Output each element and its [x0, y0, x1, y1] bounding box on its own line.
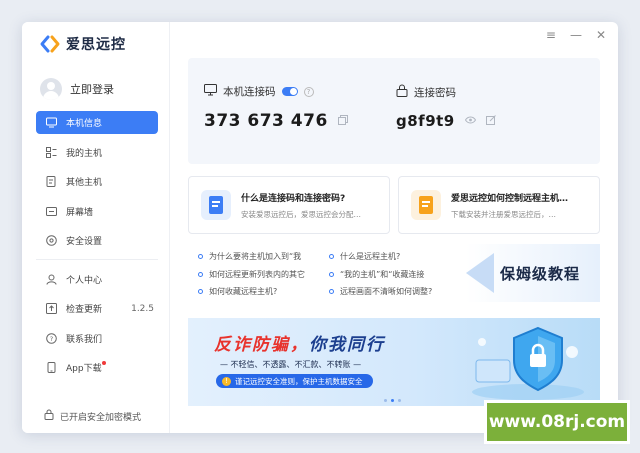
connection-code-toggle[interactable] — [281, 87, 298, 96]
info-card-control-host[interactable]: 爱思远控如何控制远程主机… 下载安装并注册爱思远控后，… — [398, 176, 600, 234]
screen-icon — [46, 206, 57, 217]
site-watermark: www.08rj.com — [484, 400, 630, 444]
app-window: 爱思远控 立即登录 本机信息 我的主机 其他主机 屏幕墙 安全设置 个人中心 检… — [22, 22, 618, 433]
sidebar-item-label: 检查更新 — [66, 305, 103, 315]
banner-title-red: 反诈防骗， — [214, 335, 309, 355]
secure-mode-status: 已开启安全加密模式 — [44, 409, 141, 423]
monitor-icon — [204, 84, 217, 99]
faq-link[interactable]: 如何远程更新列表内的其它 — [198, 269, 329, 280]
shield-icon — [46, 235, 57, 246]
faq-link[interactable]: “我的主机”和“收藏连接 — [329, 269, 460, 280]
sidebar: 爱思远控 立即登录 本机信息 我的主机 其他主机 屏幕墙 安全设置 个人中心 检… — [22, 22, 170, 433]
sidebar-divider — [36, 258, 158, 260]
sidebar-item-app-download[interactable]: App下载 — [36, 356, 158, 379]
info-card-connection-code[interactable]: 什么是连接码和连接密码? 安装爱思远控后，爱思远控会分配… — [188, 176, 390, 234]
faq-link[interactable]: 什么是远程主机? — [329, 251, 460, 262]
promo-banner[interactable]: 反诈防骗，你我同行 — 不轻信、不透露、不汇款、不转账 — ! 谨记远控安全准则… — [188, 318, 600, 406]
login-button[interactable]: 立即登录 — [40, 78, 114, 100]
banner-title: 反诈防骗，你我同行 — [214, 330, 385, 355]
info-card-title: 爱思远控如何控制远程主机… — [451, 193, 569, 204]
sidebar-item-label: 其他主机 — [66, 178, 103, 188]
sidebar-item-label: App下载 — [66, 364, 102, 374]
logo-icon — [40, 34, 60, 54]
faq-link[interactable]: 远程画面不清晰如何调整? — [329, 286, 460, 297]
sidebar-item-label: 个人中心 — [66, 275, 103, 286]
shield-illustration-icon — [472, 326, 584, 400]
carousel-dot[interactable] — [391, 399, 394, 402]
info-card-desc: 下载安装并注册爱思远控后，… — [451, 209, 556, 219]
update-icon — [46, 303, 57, 314]
lock-icon — [44, 409, 54, 423]
avatar — [40, 78, 62, 100]
warning-icon: ! — [222, 376, 231, 386]
login-label: 立即登录 — [70, 83, 114, 96]
connection-password-section: 连接密码 g8f9t9 — [396, 84, 496, 130]
connection-password-value: g8f9t9 — [396, 112, 455, 130]
app-logo: 爱思远控 — [40, 34, 126, 54]
app-name: 爱思远控 — [66, 37, 126, 53]
sidebar-item-other-hosts[interactable]: 其他主机 — [36, 170, 158, 193]
monitor-icon — [46, 117, 57, 128]
sidebar-item-label: 联系我们 — [66, 334, 103, 345]
document-icon — [411, 190, 441, 220]
connection-password-label: 连接密码 — [414, 86, 456, 99]
faq-links: 为什么要将主机加入到“我 什么是远程主机? 如何远程更新列表内的其它 “我的主机… — [198, 248, 460, 301]
connection-code-label: 本机连接码 — [223, 86, 276, 98]
eye-icon[interactable] — [464, 116, 476, 127]
question-icon: ? — [46, 332, 57, 344]
connection-code-value: 373 673 476 — [204, 111, 328, 131]
carousel-dot[interactable] — [384, 399, 387, 402]
grid-icon — [46, 146, 57, 158]
sidebar-item-screen-wall[interactable]: 屏幕墙 — [36, 200, 158, 223]
sidebar-nav: 本机信息 我的主机 其他主机 屏幕墙 安全设置 个人中心 检查更新 1.2.5 … — [36, 111, 158, 386]
info-card-desc: 安装爱思远控后，爱思远控会分配… — [241, 209, 361, 219]
sidebar-item-label: 屏幕墙 — [66, 207, 94, 218]
banner-title-blue: 你我同行 — [309, 335, 385, 355]
sidebar-item-check-update[interactable]: 检查更新 1.2.5 — [36, 297, 158, 320]
user-icon — [46, 274, 57, 285]
svg-text:?: ? — [50, 335, 53, 343]
secure-mode-label: 已开启安全加密模式 — [60, 412, 142, 423]
faq-link[interactable]: 如何收藏远程主机? — [198, 286, 329, 297]
arrow-icon — [466, 253, 494, 293]
sidebar-item-label: 我的主机 — [66, 148, 103, 159]
carousel-dots — [384, 399, 401, 402]
carousel-dot[interactable] — [398, 399, 401, 402]
phone-icon — [46, 362, 57, 373]
banner-pill-text: 谨记远控安全准则，保护主机数据安全 — [235, 376, 363, 386]
lock-icon — [396, 84, 408, 100]
sidebar-item-label: 安全设置 — [66, 237, 103, 247]
sidebar-item-label: 本机信息 — [66, 119, 103, 129]
tutorial-label: 保姆级教程 — [499, 264, 580, 283]
copy-icon[interactable] — [337, 114, 348, 128]
main-panel: 本机连接码 ? 373 673 476 连接密码 g8f9t9 什么是连接码和连… — [170, 22, 618, 433]
connection-card: 本机连接码 ? 373 673 476 连接密码 g8f9t9 — [188, 58, 600, 164]
banner-pill: ! 谨记远控安全准则，保护主机数据安全 — [216, 374, 373, 388]
sidebar-item-my-hosts[interactable]: 我的主机 — [36, 141, 158, 164]
help-icon[interactable]: ? — [303, 86, 314, 97]
tutorial-banner[interactable]: 保姆级教程 — [466, 244, 600, 302]
version-number: 1.2.5 — [131, 303, 154, 314]
document-icon — [201, 190, 231, 220]
watermark-text: www.08rj.com — [488, 412, 626, 432]
document-icon — [46, 176, 57, 187]
sidebar-item-contact[interactable]: ? 联系我们 — [36, 327, 158, 350]
sidebar-item-local-info[interactable]: 本机信息 — [36, 111, 158, 134]
faq-link[interactable]: 为什么要将主机加入到“我 — [198, 251, 329, 262]
info-card-title: 什么是连接码和连接密码? — [241, 193, 346, 204]
connection-code-section: 本机连接码 ? 373 673 476 — [204, 84, 348, 131]
edit-icon[interactable] — [485, 114, 496, 128]
banner-subtitle: — 不轻信、不透露、不汇款、不转账 — — [220, 360, 362, 369]
sidebar-item-profile[interactable]: 个人中心 — [36, 268, 158, 291]
notification-badge — [102, 361, 106, 365]
sidebar-item-security[interactable]: 安全设置 — [36, 229, 158, 252]
